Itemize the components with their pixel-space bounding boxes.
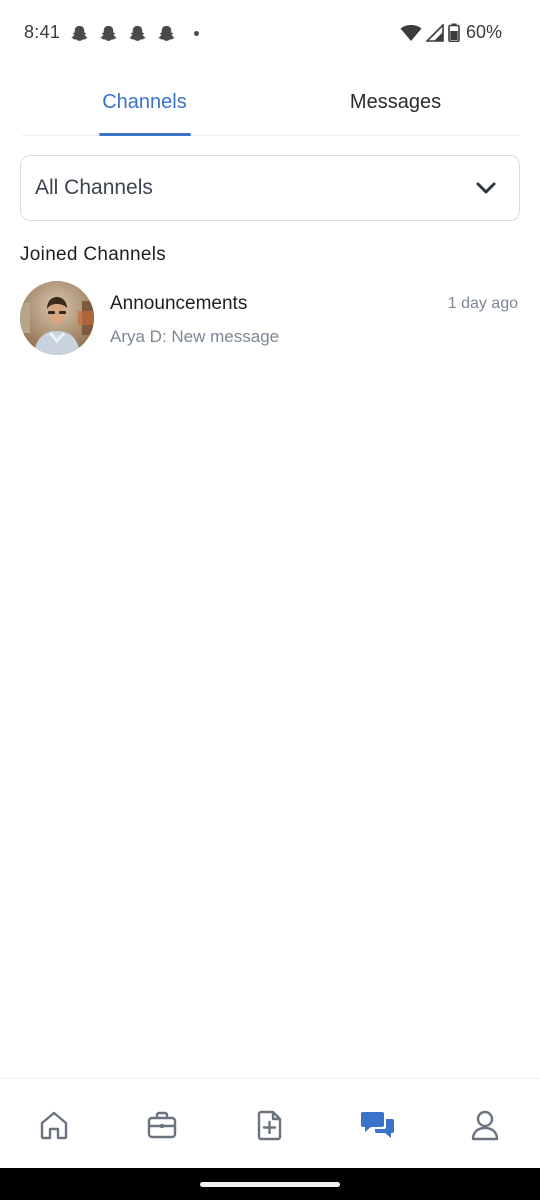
notification-icons bbox=[70, 24, 199, 43]
snapchat-icon bbox=[158, 25, 175, 41]
channel-filter-value: All Channels bbox=[35, 176, 153, 199]
section-title: Joined Channels bbox=[20, 244, 167, 265]
home-gesture-handle[interactable] bbox=[200, 1182, 340, 1187]
tab-messages[interactable]: Messages bbox=[271, 68, 520, 136]
status-right: 60% bbox=[400, 22, 502, 43]
profile-icon bbox=[471, 1110, 499, 1141]
nav-jobs-button[interactable] bbox=[144, 1107, 180, 1143]
chat-icon bbox=[361, 1112, 394, 1138]
battery-percentage: 60% bbox=[465, 22, 502, 42]
channel-filter-dropdown[interactable]: All Channels bbox=[20, 155, 520, 221]
more-notifications-dot bbox=[194, 31, 199, 36]
home-icon bbox=[40, 1111, 68, 1140]
snapchat-icon bbox=[100, 25, 117, 41]
system-gesture-bar bbox=[0, 1168, 540, 1200]
chevron-down-icon bbox=[476, 182, 496, 194]
battery-icon bbox=[448, 23, 460, 42]
tab-bar: Channels Messages bbox=[22, 68, 520, 136]
nav-chat-button[interactable] bbox=[360, 1107, 396, 1143]
status-time: 8:41 bbox=[24, 22, 61, 42]
channel-name: Announcements bbox=[110, 293, 248, 314]
wifi-icon bbox=[400, 24, 422, 41]
nav-add-document-button[interactable] bbox=[252, 1107, 288, 1143]
active-tab-indicator bbox=[99, 133, 191, 136]
bottom-navigation bbox=[0, 1078, 540, 1168]
snapchat-icon bbox=[129, 25, 146, 41]
nav-home-button[interactable] bbox=[36, 1107, 72, 1143]
nav-profile-button[interactable] bbox=[467, 1107, 503, 1143]
status-bar: 8:41 60% bbox=[0, 0, 540, 68]
channel-avatar bbox=[20, 281, 94, 355]
channel-list-item[interactable]: Announcements Arya D: New message 1 day … bbox=[20, 280, 520, 358]
briefcase-icon bbox=[147, 1111, 177, 1139]
add-document-icon bbox=[257, 1110, 282, 1141]
channel-last-message: Arya D: New message bbox=[110, 327, 280, 346]
channel-timestamp: 1 day ago bbox=[447, 295, 518, 312]
snapchat-icon bbox=[71, 25, 88, 41]
tab-channels[interactable]: Channels bbox=[22, 68, 267, 136]
cellular-signal-icon bbox=[425, 23, 444, 42]
